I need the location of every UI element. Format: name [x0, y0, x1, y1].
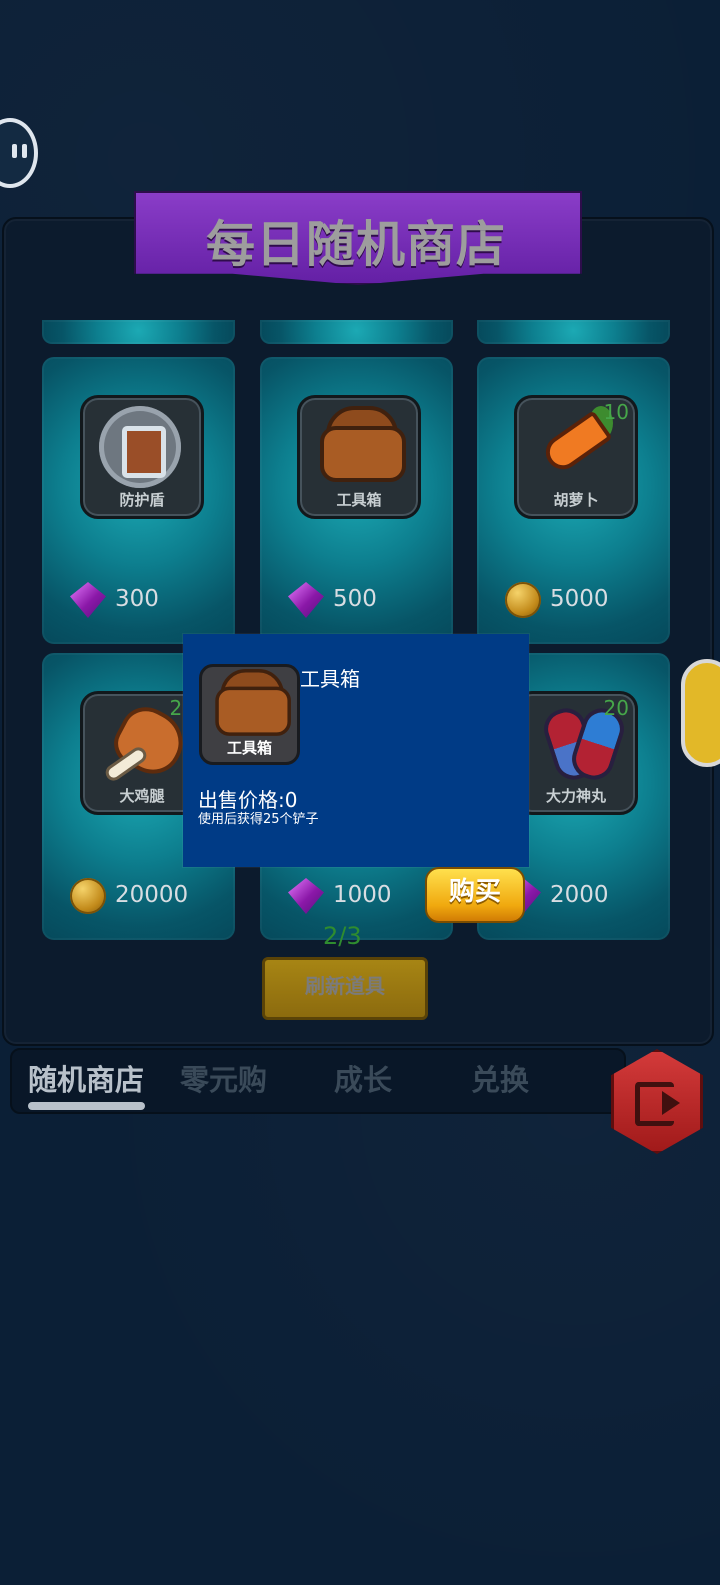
card-top-strip: [42, 320, 235, 344]
shop-card-carrot[interactable]: 10 胡萝卜 5000: [477, 357, 670, 644]
tab-exchange[interactable]: 兑换: [471, 1057, 529, 1099]
tab-growth[interactable]: 成长: [334, 1057, 392, 1099]
gem-icon: [288, 878, 324, 914]
item-count: 20: [603, 696, 629, 720]
gem-icon: [288, 582, 324, 618]
price-row: 300: [70, 582, 240, 620]
price-row: 20000: [70, 878, 240, 916]
shield-item-box: 防护盾: [80, 395, 204, 519]
buy-button[interactable]: 购买: [425, 867, 525, 923]
price-row: 2000: [505, 878, 675, 916]
popup-description: 使用后获得25个铲子: [198, 812, 319, 827]
coin-icon: [505, 582, 541, 618]
popup-item-icon: 工具箱: [199, 664, 300, 765]
backpack-icon: [314, 406, 406, 486]
price-value: 500: [333, 586, 377, 612]
shop-title: 每日随机商店: [205, 216, 506, 273]
shop-card-shield[interactable]: 防护盾 300: [42, 357, 235, 644]
price-value: 1000: [333, 882, 392, 908]
item-name: 工具箱: [336, 491, 382, 509]
tab-zero-purchase[interactable]: 零元购: [180, 1057, 267, 1099]
shop-card-toolbox[interactable]: 工具箱 500: [260, 357, 453, 644]
item-count: 10: [603, 400, 629, 424]
carrot-item-box: 10 胡萝卜: [514, 395, 638, 519]
refresh-items-button[interactable]: 刷新道具: [262, 957, 428, 1020]
side-icon-bar-right: [22, 144, 27, 158]
popup-item-name: 工具箱: [300, 667, 360, 691]
price-value: 2000: [550, 882, 609, 908]
price-value: 20000: [115, 882, 189, 908]
pill-item-box: 20 大力神丸: [514, 691, 638, 815]
side-icon-bar-left: [12, 144, 17, 158]
price-value: 300: [115, 586, 159, 612]
backpack-icon: [210, 669, 291, 739]
refresh-progress: 2/3: [323, 922, 362, 950]
item-name: 大力神丸: [545, 787, 606, 805]
item-name: 胡萝卜: [553, 491, 599, 509]
shield-icon: [99, 406, 181, 488]
price-row: 500: [288, 582, 458, 620]
price-value: 5000: [550, 586, 609, 612]
coin-icon: [70, 878, 106, 914]
active-tab-indicator: [28, 1102, 145, 1110]
item-name: 防护盾: [119, 491, 165, 509]
price-row: 5000: [505, 582, 675, 620]
gem-icon: [70, 582, 106, 618]
toolbox-item-box: 工具箱: [297, 395, 421, 519]
card-top-strip: [260, 320, 453, 344]
card-top-strip: [477, 320, 670, 344]
side-character-button[interactable]: [681, 659, 720, 767]
tab-random-shop[interactable]: 随机商店: [28, 1057, 144, 1099]
popup-icon-label: 工具箱: [226, 739, 272, 757]
arrow-right-icon: [662, 1091, 680, 1115]
